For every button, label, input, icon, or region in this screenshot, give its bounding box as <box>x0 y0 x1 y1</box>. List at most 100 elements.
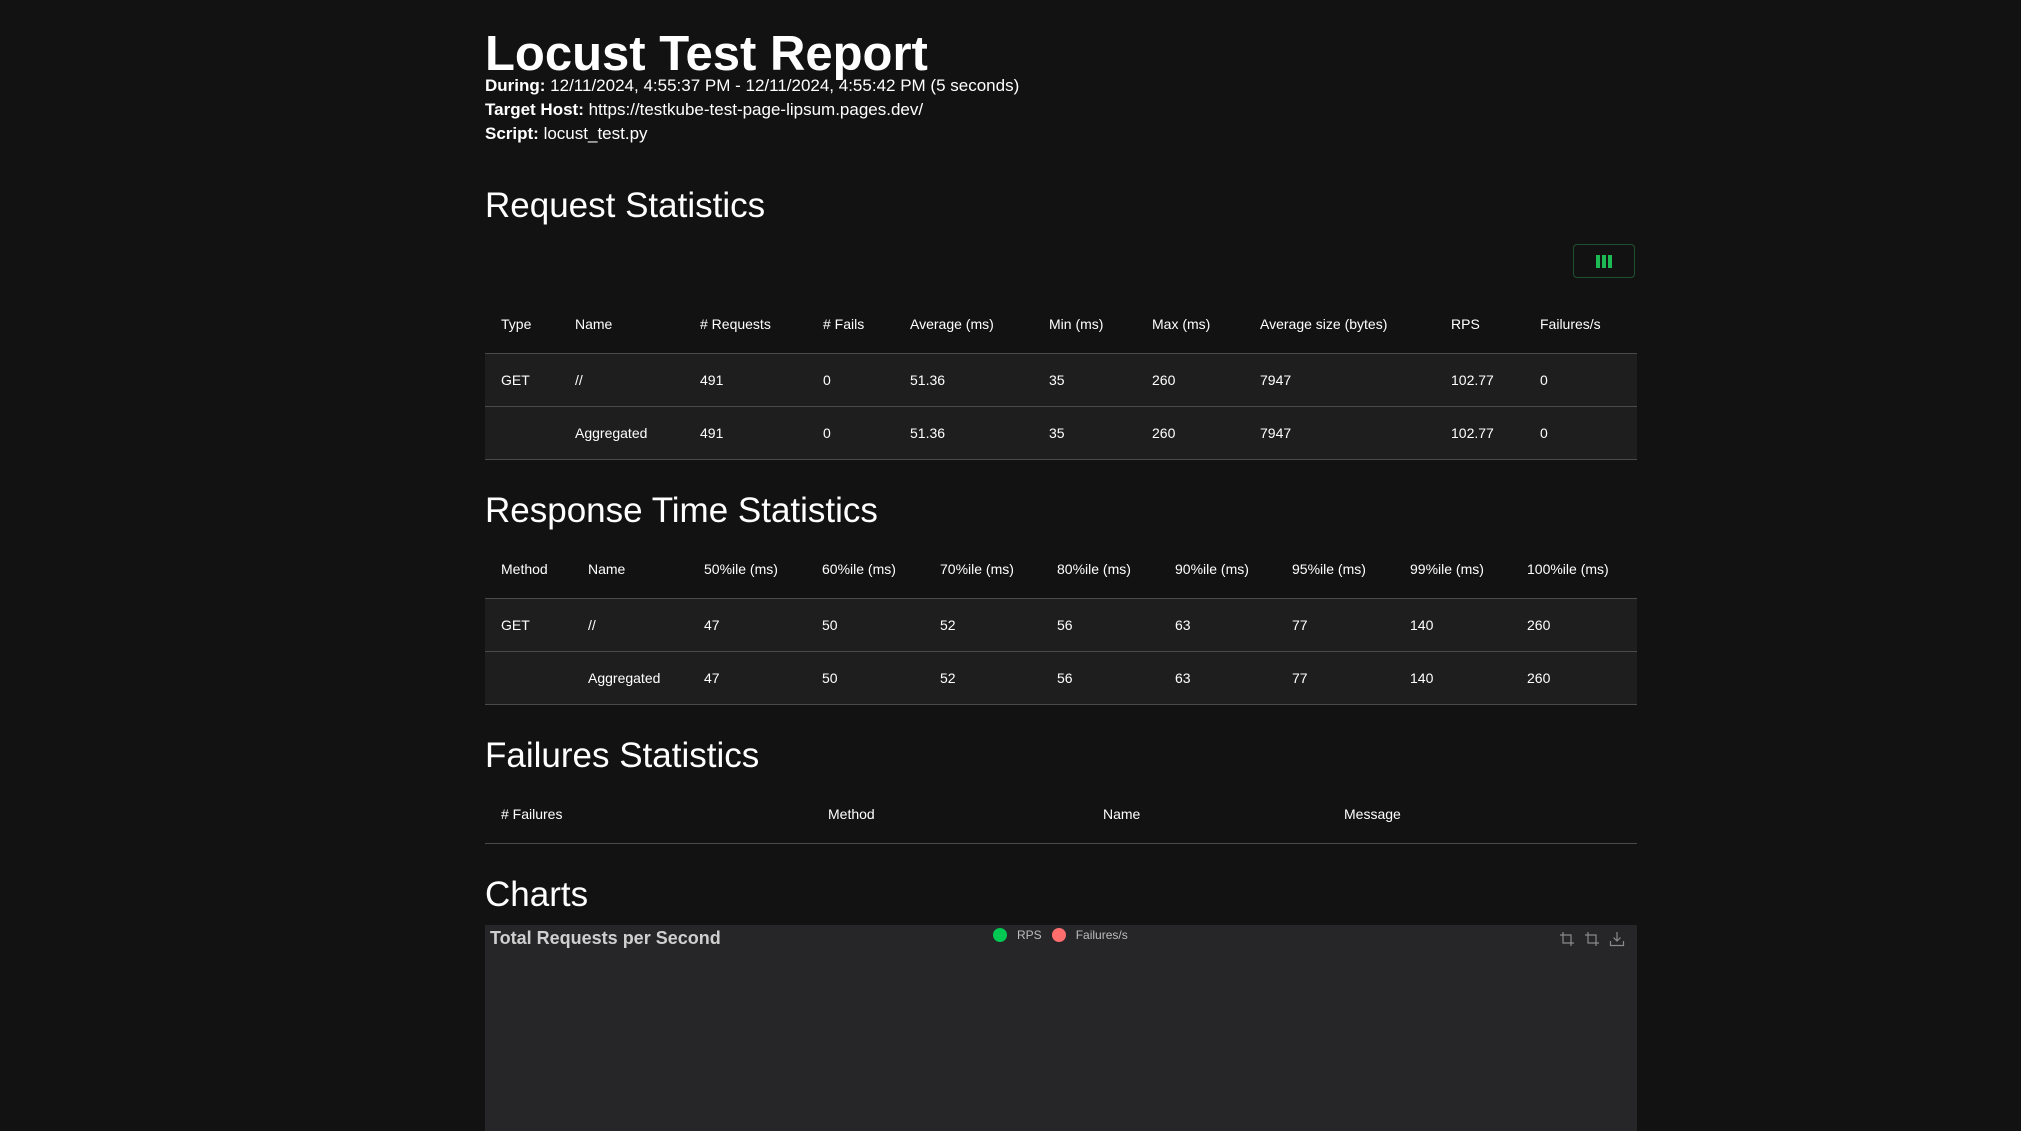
cell: 0 <box>807 353 894 407</box>
col-header-p95[interactable]: 95%ile (ms) <box>1276 540 1394 599</box>
col-header-message[interactable]: Message <box>1328 785 1637 844</box>
col-header-p100[interactable]: 100%ile (ms) <box>1511 540 1637 599</box>
cell: 51.36 <box>894 406 1033 460</box>
cell: Aggregated <box>572 651 688 705</box>
zoom-icon[interactable] <box>1559 931 1575 947</box>
col-header-name[interactable]: Name <box>572 540 688 599</box>
cell: 102.77 <box>1435 406 1524 460</box>
chart-title: Total Requests per Second <box>490 928 721 948</box>
cell: GET <box>485 353 559 407</box>
col-header-p80[interactable]: 80%ile (ms) <box>1041 540 1159 599</box>
col-header-p50[interactable]: 50%ile (ms) <box>688 540 806 599</box>
table-row: GET // 47 50 52 56 63 77 140 260 <box>485 598 1637 652</box>
request-header-row: Type Name # Requests # Fails Average (ms… <box>485 295 1637 354</box>
response-time-statistics-heading: Response Time Statistics <box>485 491 878 530</box>
cell: 47 <box>688 651 806 705</box>
cell: 47 <box>688 598 806 652</box>
cell: 0 <box>1524 353 1637 407</box>
cell: 260 <box>1136 406 1244 460</box>
during-label: During: <box>485 76 546 95</box>
zoom-reset-icon[interactable] <box>1584 931 1600 947</box>
cell: 260 <box>1511 598 1637 652</box>
col-header-p90[interactable]: 90%ile (ms) <box>1159 540 1276 599</box>
rps-chart: Total Requests per Second RPS Failures/s <box>485 925 1637 1131</box>
request-statistics-table: Type Name # Requests # Fails Average (ms… <box>485 295 1637 460</box>
cell: 77 <box>1276 598 1394 652</box>
cell: 7947 <box>1244 406 1435 460</box>
cell <box>485 406 559 460</box>
cell: 140 <box>1394 651 1511 705</box>
col-header-max[interactable]: Max (ms) <box>1136 295 1244 354</box>
response-header-row: Method Name 50%ile (ms) 60%ile (ms) 70%i… <box>485 540 1637 599</box>
col-header-requests[interactable]: # Requests <box>684 295 807 354</box>
legend-label-rps: RPS <box>1017 928 1042 942</box>
cell: 56 <box>1041 598 1159 652</box>
cell: Aggregated <box>559 406 684 460</box>
target-host-value: https://testkube-test-page-lipsum.pages.… <box>588 100 924 119</box>
table-row: Aggregated 47 50 52 56 63 77 140 260 <box>485 651 1637 705</box>
response-time-statistics-table: Method Name 50%ile (ms) 60%ile (ms) 70%i… <box>485 540 1637 705</box>
columns-icon <box>1596 254 1612 268</box>
col-header-average[interactable]: Average (ms) <box>894 295 1033 354</box>
col-header-failures[interactable]: # Failures <box>485 785 812 844</box>
chart-legend: RPS Failures/s <box>993 928 1138 942</box>
cell: 63 <box>1159 598 1276 652</box>
failures-statistics-heading: Failures Statistics <box>485 736 760 775</box>
col-header-average-size[interactable]: Average size (bytes) <box>1244 295 1435 354</box>
legend-item-rps[interactable]: RPS <box>993 928 1042 942</box>
col-header-p99[interactable]: 99%ile (ms) <box>1394 540 1511 599</box>
col-header-method[interactable]: Method <box>812 785 1087 844</box>
cell: 52 <box>924 598 1041 652</box>
cell: 0 <box>807 406 894 460</box>
failures-legend-dot <box>1051 928 1066 942</box>
cell: 77 <box>1276 651 1394 705</box>
request-statistics-heading: Request Statistics <box>485 186 766 225</box>
col-header-min[interactable]: Min (ms) <box>1033 295 1136 354</box>
during-line: During: 12/11/2024, 4:55:37 PM - 12/11/2… <box>485 74 1019 98</box>
download-icon[interactable] <box>1609 931 1625 947</box>
cell: 35 <box>1033 353 1136 407</box>
failures-statistics-table: # Failures Method Name Message <box>485 785 1637 844</box>
col-header-fails[interactable]: # Fails <box>807 295 894 354</box>
col-header-method[interactable]: Method <box>485 540 572 599</box>
cell: // <box>559 353 684 407</box>
select-columns-button[interactable] <box>1573 244 1635 278</box>
target-host-line: Target Host: https://testkube-test-page-… <box>485 98 923 122</box>
cell: 51.36 <box>894 353 1033 407</box>
col-header-failures-per-sec[interactable]: Failures/s <box>1524 295 1637 354</box>
cell: 102.77 <box>1435 353 1524 407</box>
script-line: Script: locust_test.py <box>485 122 648 146</box>
cell: 260 <box>1511 651 1637 705</box>
cell: GET <box>485 598 572 652</box>
chart-toolbox <box>1559 931 1625 947</box>
table-row: GET // 491 0 51.36 35 260 7947 102.77 0 <box>485 353 1637 407</box>
cell: 50 <box>806 598 924 652</box>
cell: 52 <box>924 651 1041 705</box>
cell: 491 <box>684 406 807 460</box>
legend-item-failures[interactable]: Failures/s <box>1051 928 1128 942</box>
during-value: 12/11/2024, 4:55:37 PM - 12/11/2024, 4:5… <box>550 76 1020 95</box>
cell: 491 <box>684 353 807 407</box>
col-header-p60[interactable]: 60%ile (ms) <box>806 540 924 599</box>
table-row: Aggregated 491 0 51.36 35 260 7947 102.7… <box>485 406 1637 460</box>
rps-legend-dot <box>993 928 1007 942</box>
charts-heading: Charts <box>485 875 589 914</box>
cell: // <box>572 598 688 652</box>
cell: 260 <box>1136 353 1244 407</box>
col-header-rps[interactable]: RPS <box>1435 295 1524 354</box>
script-value: locust_test.py <box>543 124 648 143</box>
cell: 7947 <box>1244 353 1435 407</box>
cell: 63 <box>1159 651 1276 705</box>
failures-header-row: # Failures Method Name Message <box>485 785 1637 844</box>
cell: 140 <box>1394 598 1511 652</box>
col-header-p70[interactable]: 70%ile (ms) <box>924 540 1041 599</box>
col-header-name[interactable]: Name <box>559 295 684 354</box>
target-host-label: Target Host: <box>485 100 584 119</box>
cell: 56 <box>1041 651 1159 705</box>
cell: 50 <box>806 651 924 705</box>
script-label: Script: <box>485 124 539 143</box>
col-header-type[interactable]: Type <box>485 295 559 354</box>
cell: 35 <box>1033 406 1136 460</box>
col-header-name[interactable]: Name <box>1087 785 1328 844</box>
cell: 0 <box>1524 406 1637 460</box>
